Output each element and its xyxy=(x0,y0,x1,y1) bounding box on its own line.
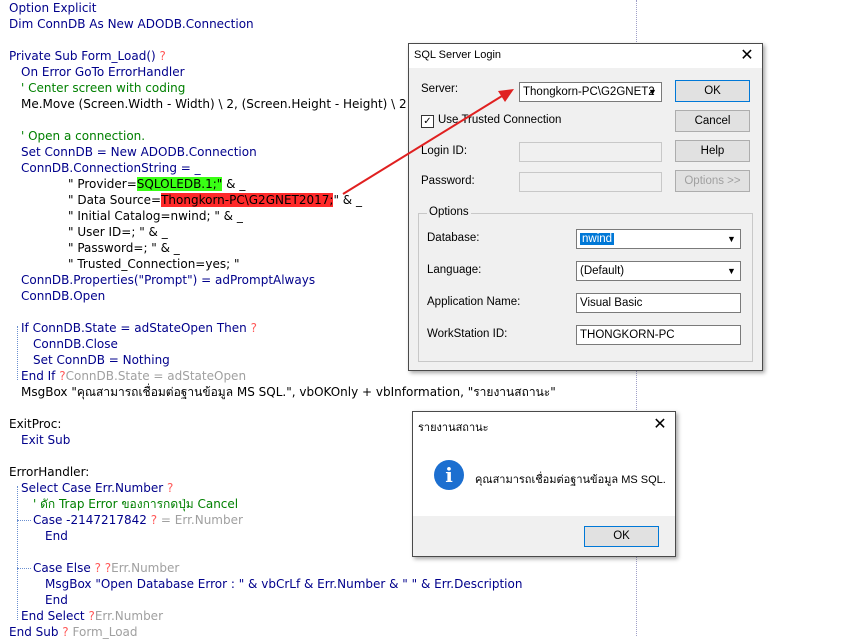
msgbox-message: คุณสามารถเชื่อมต่อฐานข้อมูล MS SQL. xyxy=(475,474,666,486)
msgbox-title: รายงานสถานะ xyxy=(418,422,489,434)
close-icon[interactable]: ✕ xyxy=(651,416,669,434)
msgbox-ok-button[interactable]: OK xyxy=(584,526,659,547)
status-msgbox-dialog: รายงานสถานะ ✕ i คุณสามารถเชื่อมต่อฐานข้อ… xyxy=(412,411,676,557)
information-icon: i xyxy=(434,460,464,490)
msgbox-titlebar: รายงานสถานะ ✕ xyxy=(413,412,675,438)
